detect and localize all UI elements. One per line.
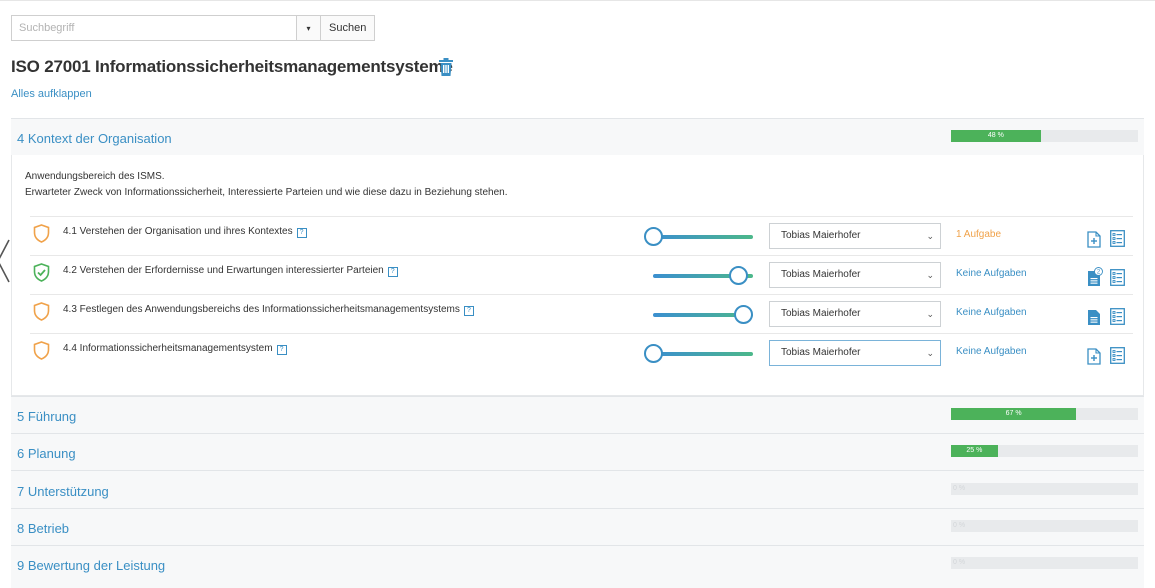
progress-label: 67 % bbox=[1005, 410, 1022, 417]
section-header-7[interactable]: 7 Unterstützung 0 % bbox=[11, 470, 1144, 508]
progress-bar: 0 % bbox=[951, 483, 1138, 495]
tasks-link[interactable]: Keine Aufgaben bbox=[956, 268, 1027, 279]
checklist-icon[interactable] bbox=[1110, 269, 1125, 286]
assignee-select[interactable]: Tobias Maierhofer ⌄ bbox=[769, 340, 941, 366]
requirement-label: 4.3 Festlegen des Anwendungsbereichs des… bbox=[63, 304, 474, 316]
section-title: 5 Führung bbox=[17, 409, 77, 424]
tasks-link[interactable]: Keine Aufgaben bbox=[956, 307, 1027, 318]
assignee-select[interactable]: Tobias Maierhofer ⌄ bbox=[769, 301, 941, 327]
progress-slider-thumb[interactable] bbox=[729, 266, 748, 285]
progress-bar: 0 % bbox=[951, 557, 1138, 569]
progress-label: 0 % bbox=[953, 485, 966, 492]
section-header-4[interactable]: 4 Kontext der Organisation 48 % bbox=[11, 118, 1144, 155]
requirement-text: 4.2 Verstehen der Erfordernisse und Erwa… bbox=[63, 265, 384, 276]
requirement-text: 4.4 Informationssicherheitsmanagementsys… bbox=[63, 343, 273, 354]
progress-label: 48 % bbox=[987, 132, 1004, 139]
section-title: 7 Unterstützung bbox=[17, 484, 109, 499]
section-header-5[interactable]: 5 Führung 67 % bbox=[11, 396, 1144, 433]
requirement-label: 4.2 Verstehen der Erfordernisse und Erwa… bbox=[63, 265, 398, 277]
tasks-link[interactable]: Keine Aufgaben bbox=[956, 346, 1027, 357]
shield-check-icon bbox=[33, 263, 50, 282]
progress-slider-track[interactable] bbox=[653, 352, 753, 356]
assignee-select[interactable]: Tobias Maierhofer ⌄ bbox=[769, 262, 941, 288]
progress-fill: 67 % bbox=[951, 408, 1077, 420]
search-input[interactable] bbox=[11, 15, 297, 41]
progress-bar: 67 % bbox=[951, 408, 1138, 420]
section-header-9[interactable]: 9 Bewertung der Leistung 0 % bbox=[11, 545, 1144, 588]
expand-all-link[interactable]: Alles aufklappen bbox=[11, 88, 92, 100]
top-border bbox=[0, 0, 1155, 1]
progress-bar: 25 % bbox=[951, 445, 1138, 457]
requirement-text: 4.3 Festlegen des Anwendungsbereichs des… bbox=[63, 304, 460, 315]
checklist-icon[interactable] bbox=[1110, 347, 1125, 364]
help-icon[interactable]: ? bbox=[296, 228, 307, 238]
assignee-value: Tobias Maierhofer bbox=[781, 269, 861, 280]
chevron-down-icon: ⌄ bbox=[926, 231, 934, 241]
progress-fill: 25 % bbox=[951, 445, 998, 457]
chevron-down-icon: ⌄ bbox=[926, 270, 934, 280]
section-body-4: Anwendungsbereich des ISMS. Erwarteter Z… bbox=[11, 155, 1144, 396]
chevron-down-icon: ⌄ bbox=[926, 309, 934, 319]
progress-label: 0 % bbox=[953, 522, 966, 529]
requirement-row-4-3: 4.3 Festlegen des Anwendungsbereichs des… bbox=[30, 294, 1133, 333]
assignee-value: Tobias Maierhofer bbox=[781, 347, 861, 358]
assignee-value: Tobias Maierhofer bbox=[781, 308, 861, 319]
section-title: 8 Betrieb bbox=[17, 521, 70, 536]
shield-warning-icon bbox=[33, 341, 50, 360]
search-filter-dropdown[interactable]: ▾ bbox=[297, 15, 321, 41]
requirement-row-4-2: 4.2 Verstehen der Erfordernisse und Erwa… bbox=[30, 255, 1133, 294]
tasks-link[interactable]: 1 Aufgabe bbox=[956, 229, 1001, 240]
section-title: 4 Kontext der Organisation bbox=[17, 131, 172, 146]
chevron-down-icon: ⌄ bbox=[926, 348, 934, 358]
page-title: ISO 27001 Informationssicherheitsmanagem… bbox=[11, 57, 453, 76]
section-title: 9 Bewertung der Leistung bbox=[17, 558, 166, 573]
caret-down-icon: ▾ bbox=[306, 23, 311, 33]
search-button[interactable]: Suchen bbox=[321, 15, 376, 41]
progress-fill: 48 % bbox=[951, 130, 1041, 142]
shield-warning-icon bbox=[33, 302, 50, 321]
section-description: Erwarteter Zweck von Informationssicherh… bbox=[25, 187, 508, 198]
requirement-row-4-4: 4.4 Informationssicherheitsmanagementsys… bbox=[30, 333, 1133, 372]
progress-bar: 48 % bbox=[951, 130, 1138, 142]
assignee-value: Tobias Maierhofer bbox=[781, 230, 861, 241]
requirement-row-4-1: 4.1 Verstehen der Organisation und ihres… bbox=[30, 216, 1133, 255]
progress-bar: 0 % bbox=[951, 520, 1138, 532]
document-icon[interactable] bbox=[1087, 309, 1101, 326]
document-add-icon[interactable] bbox=[1087, 231, 1101, 248]
assignee-select[interactable]: Tobias Maierhofer ⌄ bbox=[769, 223, 941, 249]
progress-slider-track[interactable] bbox=[653, 235, 753, 239]
section-header-8[interactable]: 8 Betrieb 0 % bbox=[11, 508, 1144, 545]
shield-warning-icon bbox=[33, 224, 50, 243]
progress-slider-thumb[interactable] bbox=[644, 227, 663, 246]
section-description: Anwendungsbereich des ISMS. bbox=[25, 171, 165, 182]
help-icon[interactable]: ? bbox=[387, 267, 398, 277]
progress-slider-thumb[interactable] bbox=[734, 305, 753, 324]
document-icon[interactable]: 2 bbox=[1087, 267, 1103, 287]
requirement-label: 4.4 Informationssicherheitsmanagementsys… bbox=[63, 343, 287, 355]
progress-slider-thumb[interactable] bbox=[644, 344, 663, 363]
document-add-icon[interactable] bbox=[1087, 348, 1101, 365]
chevron-left-icon[interactable] bbox=[0, 238, 12, 284]
progress-label: 0 % bbox=[953, 559, 966, 566]
requirement-text: 4.1 Verstehen der Organisation und ihres… bbox=[63, 226, 293, 237]
section-title: 6 Planung bbox=[17, 446, 76, 461]
help-icon[interactable]: ? bbox=[276, 345, 287, 355]
checklist-icon[interactable] bbox=[1110, 230, 1125, 247]
section-header-6[interactable]: 6 Planung 25 % bbox=[11, 433, 1144, 470]
search-bar: ▾ Suchen bbox=[11, 15, 376, 41]
requirement-label: 4.1 Verstehen der Organisation und ihres… bbox=[63, 226, 307, 238]
trash-icon[interactable] bbox=[438, 58, 454, 76]
progress-label: 25 % bbox=[966, 447, 983, 454]
help-icon[interactable]: ? bbox=[463, 306, 474, 316]
checklist-icon[interactable] bbox=[1110, 308, 1125, 325]
